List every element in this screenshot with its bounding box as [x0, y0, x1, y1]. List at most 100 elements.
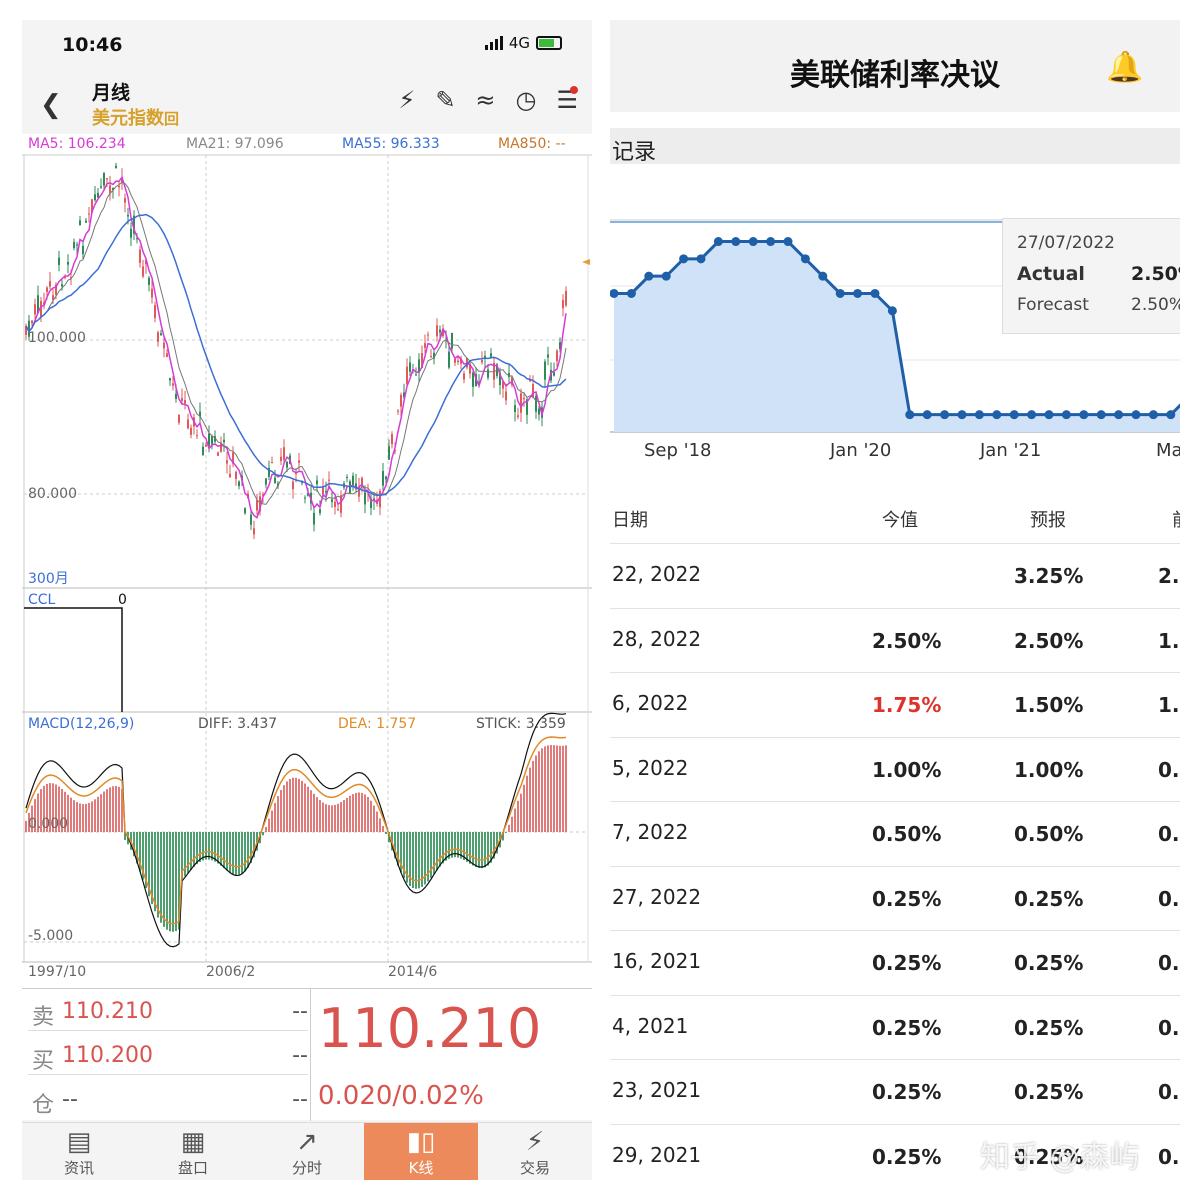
- table-row[interactable]: 6, 2022 1.75% 1.50% 1.0: [610, 673, 1180, 738]
- tab-kline[interactable]: ▮▯ K线: [364, 1123, 478, 1180]
- candle-body: [88, 213, 90, 215]
- macd-low: -5.000: [28, 928, 74, 944]
- rate-point: [731, 237, 741, 247]
- row-date: 6, 2022: [612, 691, 689, 715]
- row-actual: 0.25%: [872, 1144, 942, 1169]
- candle-body: [166, 353, 168, 357]
- candle-body: [76, 244, 78, 246]
- candle-body: [391, 434, 393, 445]
- candle-body: [397, 410, 399, 412]
- section-header: 记录: [610, 128, 1180, 165]
- macd-bar: [310, 790, 312, 832]
- candle-body: [415, 374, 417, 376]
- macd-bar: [25, 820, 27, 832]
- macd-bar: [316, 797, 318, 832]
- macd-bar: [241, 832, 243, 874]
- macd-bar: [103, 791, 105, 832]
- macd-bar: [343, 800, 345, 832]
- position-size: --: [292, 1087, 308, 1112]
- candlestick-icon: ▮▯: [406, 1127, 436, 1157]
- clock-icon[interactable]: ◷: [516, 86, 537, 114]
- candle-body: [316, 480, 318, 485]
- macd-bar: [361, 792, 363, 832]
- x-label: Sep '18: [644, 440, 712, 461]
- candle-body: [94, 194, 96, 201]
- candle-body: [211, 436, 213, 445]
- back-icon[interactable]: ❮: [40, 90, 62, 120]
- period-count: 300月: [28, 571, 69, 587]
- row-actual: 2.50%: [872, 628, 942, 653]
- rate-point: [835, 288, 845, 298]
- macd-bar: [97, 796, 99, 832]
- rate-point: [940, 410, 950, 420]
- tab-trade[interactable]: ⚡ 交易: [478, 1123, 592, 1180]
- macd-bar: [166, 832, 168, 930]
- macd-bar: [214, 832, 216, 862]
- tab-label: K线: [408, 1159, 434, 1177]
- candle-body: [283, 447, 285, 460]
- tab-intraday[interactable]: ↗ 分时: [250, 1123, 364, 1180]
- macd-bar: [520, 793, 522, 832]
- notification-dot: [570, 86, 578, 94]
- table-row[interactable]: 28, 2022 2.50% 2.50% 1.7: [610, 609, 1180, 673]
- row-forecast: 2.50%: [1014, 628, 1084, 653]
- macd-bar: [475, 832, 477, 868]
- macd-bar: [352, 794, 354, 832]
- candle-body: [523, 397, 525, 400]
- macd-bar: [370, 800, 372, 832]
- draw-pen-icon[interactable]: ✎: [435, 86, 455, 114]
- news-icon: ▤: [66, 1127, 92, 1157]
- rate-point: [1079, 410, 1089, 420]
- table-row[interactable]: 23, 2021 0.25% 0.25% 0.2: [610, 1060, 1180, 1125]
- col-actual: 今值: [882, 510, 918, 531]
- candle-body: [82, 245, 84, 255]
- header: 美联储利率决议 🔔: [610, 20, 1180, 112]
- tab-orderbook[interactable]: ▦ 盘口: [136, 1123, 250, 1180]
- axis-lower: 80.000: [28, 486, 77, 502]
- macd-bar: [262, 832, 264, 836]
- ccl-value: 0: [118, 592, 127, 608]
- lightning-icon[interactable]: ⚡: [398, 86, 415, 114]
- candle-body: [124, 198, 126, 203]
- rate-point: [1009, 410, 1019, 420]
- bell-add-icon[interactable]: 🔔: [1106, 50, 1143, 85]
- table-row[interactable]: 7, 2022 0.50% 0.50% 0.2: [610, 802, 1180, 867]
- candle-body: [223, 439, 225, 443]
- rate-point: [696, 254, 706, 264]
- sell-label: 卖: [32, 1005, 55, 1030]
- candle-body: [424, 343, 426, 348]
- candle-body: [169, 378, 171, 381]
- macd-bar: [283, 785, 285, 832]
- battery-icon: [536, 36, 562, 50]
- intraday-icon: ↗: [296, 1127, 318, 1157]
- symbol-name[interactable]: 美元指数回: [92, 104, 179, 130]
- table-row[interactable]: 5, 2022 1.00% 1.00% 0.5: [610, 738, 1180, 802]
- table-row[interactable]: 27, 2022 0.25% 0.25% 0.2: [610, 867, 1180, 931]
- candle-body: [400, 394, 402, 407]
- row-previous: 0.2: [1158, 886, 1180, 911]
- candle-body: [280, 456, 282, 462]
- candle-body: [265, 478, 267, 485]
- tab-news[interactable]: ▤ 资讯: [22, 1123, 136, 1180]
- candle-body: [238, 481, 240, 487]
- table-row[interactable]: 22, 2022 3.25% 2.5: [610, 544, 1180, 609]
- macd-bar: [175, 832, 177, 932]
- candle-body: [481, 360, 483, 363]
- macd-label: MACD(12,26,9): [28, 716, 135, 732]
- row-actual: 0.25%: [872, 886, 942, 911]
- macd-bar: [190, 832, 192, 870]
- tab-label: 交易: [519, 1159, 550, 1177]
- macd-bar: [286, 781, 288, 832]
- rate-point: [661, 271, 671, 281]
- kline-chart-area[interactable]: MA5: 106.234 MA21: 97.096 MA55: 96.333 M…: [22, 134, 592, 990]
- candle-body: [454, 358, 456, 363]
- candle-body: [535, 396, 537, 412]
- table-row[interactable]: 16, 2021 0.25% 0.25% 0.2: [610, 931, 1180, 996]
- macd-bar: [349, 795, 351, 832]
- indicator-icon[interactable]: ≈: [475, 86, 495, 114]
- candle-body: [127, 214, 129, 217]
- macd-bar: [532, 760, 534, 832]
- macd-bar: [193, 832, 195, 867]
- table-row[interactable]: 4, 2021 0.25% 0.25% 0.2: [610, 996, 1180, 1060]
- candle-body: [556, 350, 558, 362]
